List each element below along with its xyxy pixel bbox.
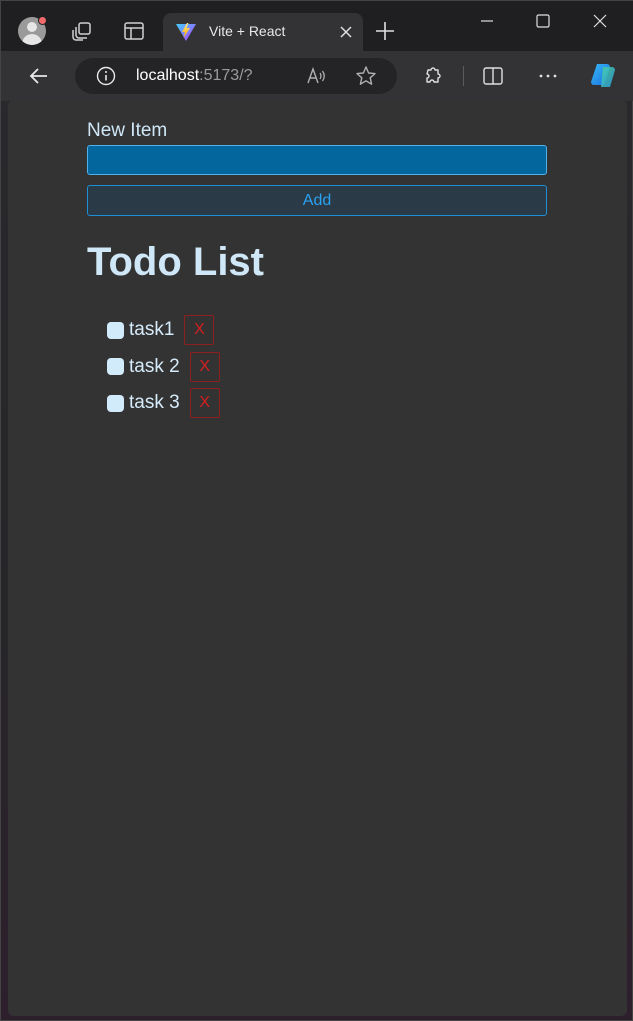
url-rest: :5173/? (199, 67, 253, 84)
todo-text: task1 (129, 319, 175, 341)
todo-text: task 2 (129, 355, 180, 377)
notification-dot (38, 16, 47, 25)
copilot-icon[interactable] (587, 61, 617, 91)
todo-checkbox[interactable] (107, 394, 124, 412)
delete-button[interactable]: X (184, 315, 215, 346)
extensions-icon[interactable] (422, 65, 444, 87)
tab-actions-icon[interactable] (122, 19, 146, 43)
maximize-icon[interactable] (533, 11, 553, 31)
tab-strip: Vite + React (1, 1, 633, 51)
page-viewport: New Item Add Todo List task1 X task 2 X … (8, 100, 627, 1016)
more-icon[interactable] (537, 65, 559, 87)
todo-checkbox[interactable] (107, 321, 124, 339)
workspaces-icon[interactable] (70, 19, 94, 43)
delete-button[interactable]: X (189, 351, 220, 382)
vite-icon (176, 23, 196, 41)
info-icon[interactable] (96, 66, 116, 86)
browser-window: Vite + React localhost:5173/? New Item A… (0, 0, 633, 1021)
todo-list: task1 X task 2 X task 3 X (107, 312, 220, 422)
toolbar-divider (463, 66, 464, 86)
delete-button[interactable]: X (189, 388, 220, 419)
url-host: localhost (136, 67, 200, 84)
tab-vite-react[interactable]: Vite + React (163, 13, 363, 51)
back-icon[interactable] (27, 64, 51, 88)
url-text: localhost:5173/? (136, 67, 253, 85)
page-title: Todo List (87, 240, 264, 284)
new-item-label: New Item (87, 120, 168, 141)
tab-title: Vite + React (209, 23, 286, 39)
todo-text: task 3 (129, 392, 180, 414)
window-close-icon[interactable] (590, 11, 610, 31)
minimize-icon[interactable] (477, 11, 497, 31)
todo-checkbox[interactable] (107, 358, 124, 376)
navigation-bar: localhost:5173/? (1, 51, 633, 101)
split-screen-icon[interactable] (482, 65, 504, 87)
favorite-icon[interactable] (355, 65, 377, 87)
new-tab-icon[interactable] (374, 20, 396, 42)
new-item-input[interactable] (87, 145, 547, 175)
read-aloud-icon[interactable] (306, 66, 328, 86)
add-button[interactable]: Add (87, 185, 547, 216)
list-item: task 3 X (107, 385, 220, 422)
list-item: task 2 X (107, 349, 220, 386)
address-bar[interactable]: localhost:5173/? (75, 58, 397, 94)
list-item: task1 X (107, 312, 220, 349)
close-icon[interactable] (339, 25, 353, 39)
